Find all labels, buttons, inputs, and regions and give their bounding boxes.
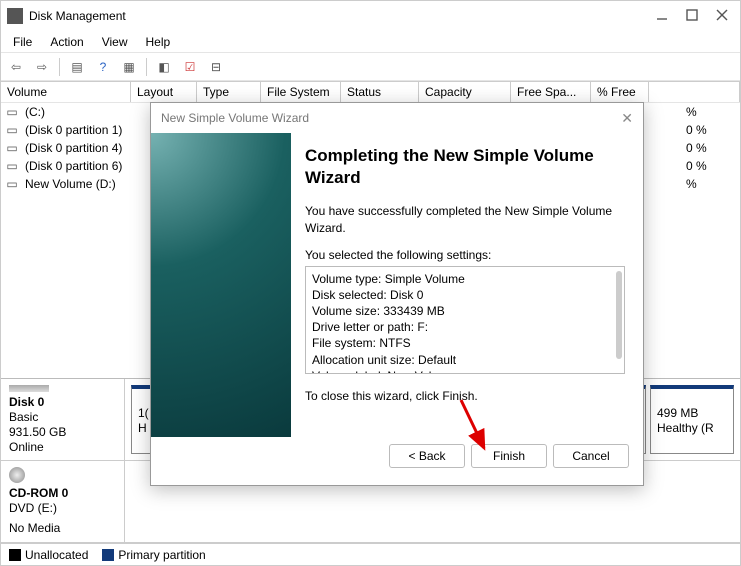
disk-size: 931.50 GB	[9, 425, 116, 439]
col-spacer	[649, 82, 740, 102]
volume-pfree: 0 %	[682, 141, 740, 155]
titlebar: Disk Management	[1, 1, 740, 31]
volume-icon: ▭	[5, 177, 19, 191]
cd-icon	[9, 467, 25, 483]
view-icon[interactable]: ▤	[66, 56, 88, 78]
dialog-main: Completing the New Simple Volume Wizard …	[291, 133, 643, 437]
maximize-button[interactable]	[686, 9, 698, 24]
volume-pfree: %	[682, 177, 740, 191]
settings-icon[interactable]: ▦	[118, 56, 140, 78]
volume-pfree: %	[682, 105, 740, 119]
dialog-titlebar: New Simple Volume Wizard ✕	[151, 103, 643, 133]
menu-view[interactable]: View	[94, 33, 136, 51]
disk-state: No Media	[9, 521, 116, 535]
dialog-text: To close this wizard, click Finish.	[305, 388, 625, 405]
dialog-heading: Completing the New Simple Volume Wizard	[305, 145, 625, 189]
col-pfree[interactable]: % Free	[591, 82, 649, 102]
dialog-body: Completing the New Simple Volume Wizard …	[151, 133, 643, 437]
back-button[interactable]: < Back	[389, 444, 465, 468]
disk-label: DVD (E:)	[9, 501, 116, 515]
close-icon[interactable]: ✕	[621, 110, 633, 127]
volume-pfree: 0 %	[682, 123, 740, 137]
setting-line: Allocation unit size: Default	[312, 352, 618, 368]
toolbar: ⇦ ⇨ ▤ ? ▦ ◧ ☑ ⊟	[1, 53, 740, 81]
forward-icon[interactable]: ⇨	[31, 56, 53, 78]
separator	[59, 58, 60, 76]
help-icon[interactable]: ?	[92, 56, 114, 78]
menu-action[interactable]: Action	[42, 33, 91, 51]
disk-info: Disk 0 Basic 931.50 GB Online	[1, 379, 125, 460]
finish-button[interactable]: Finish	[471, 444, 547, 468]
setting-line: Volume label: New Volume	[312, 368, 618, 374]
settings-summary[interactable]: Volume type: Simple Volume Disk selected…	[305, 266, 625, 374]
separator	[146, 58, 147, 76]
disk-info: CD-ROM 0 DVD (E:) No Media	[1, 461, 125, 542]
col-filesystem[interactable]: File System	[261, 82, 341, 102]
col-volume[interactable]: Volume	[1, 82, 131, 102]
scrollbar[interactable]	[616, 271, 622, 359]
col-capacity[interactable]: Capacity	[419, 82, 511, 102]
setting-line: File system: NTFS	[312, 335, 618, 351]
dialog-title: New Simple Volume Wizard	[161, 111, 309, 125]
volume-icon: ▭	[5, 159, 19, 173]
col-type[interactable]: Type	[197, 82, 261, 102]
extra-icon[interactable]: ⊟	[205, 56, 227, 78]
menubar: File Action View Help	[1, 31, 740, 53]
rescan-icon[interactable]: ◧	[153, 56, 175, 78]
disk-icon	[9, 385, 49, 392]
setting-line: Volume type: Simple Volume	[312, 271, 618, 287]
back-icon[interactable]: ⇦	[5, 56, 27, 78]
volume-icon: ▭	[5, 105, 19, 119]
dialog-text: You selected the following settings:	[305, 247, 625, 264]
disk-state: Online	[9, 440, 116, 454]
minimize-button[interactable]	[656, 9, 668, 24]
legend-primary: Primary partition	[102, 548, 205, 562]
volume-pfree: 0 %	[682, 159, 740, 173]
setting-line: Disk selected: Disk 0	[312, 287, 618, 303]
disk-name: Disk 0	[9, 395, 116, 409]
setting-line: Volume size: 333439 MB	[312, 303, 618, 319]
volume-icon: ▭	[5, 123, 19, 137]
dialog-buttons: < Back Finish Cancel	[151, 437, 643, 485]
disk-kind: Basic	[9, 410, 116, 424]
volume-icon: ▭	[5, 141, 19, 155]
setting-line: Drive letter or path: F:	[312, 319, 618, 335]
col-layout[interactable]: Layout	[131, 82, 197, 102]
dialog-text: You have successfully completed the New …	[305, 203, 625, 237]
col-freespace[interactable]: Free Spa...	[511, 82, 591, 102]
window-title: Disk Management	[29, 9, 656, 23]
disk-name: CD-ROM 0	[9, 486, 116, 500]
partition[interactable]: 499 MB Healthy (R	[650, 385, 734, 454]
menu-file[interactable]: File	[5, 33, 40, 51]
part-line: 499 MB	[657, 406, 727, 421]
menu-help[interactable]: Help	[138, 33, 179, 51]
dialog-side-graphic	[151, 133, 291, 437]
refresh-icon[interactable]: ☑	[179, 56, 201, 78]
cancel-button[interactable]: Cancel	[553, 444, 629, 468]
column-headers: Volume Layout Type File System Status Ca…	[1, 81, 740, 103]
legend: Unallocated Primary partition	[1, 543, 740, 565]
window-controls	[656, 9, 728, 24]
close-button[interactable]	[716, 9, 728, 24]
app-icon	[7, 8, 23, 24]
legend-unallocated: Unallocated	[9, 548, 88, 562]
wizard-dialog: New Simple Volume Wizard ✕ Completing th…	[150, 102, 644, 486]
part-line: Healthy (R	[657, 421, 727, 436]
col-status[interactable]: Status	[341, 82, 419, 102]
